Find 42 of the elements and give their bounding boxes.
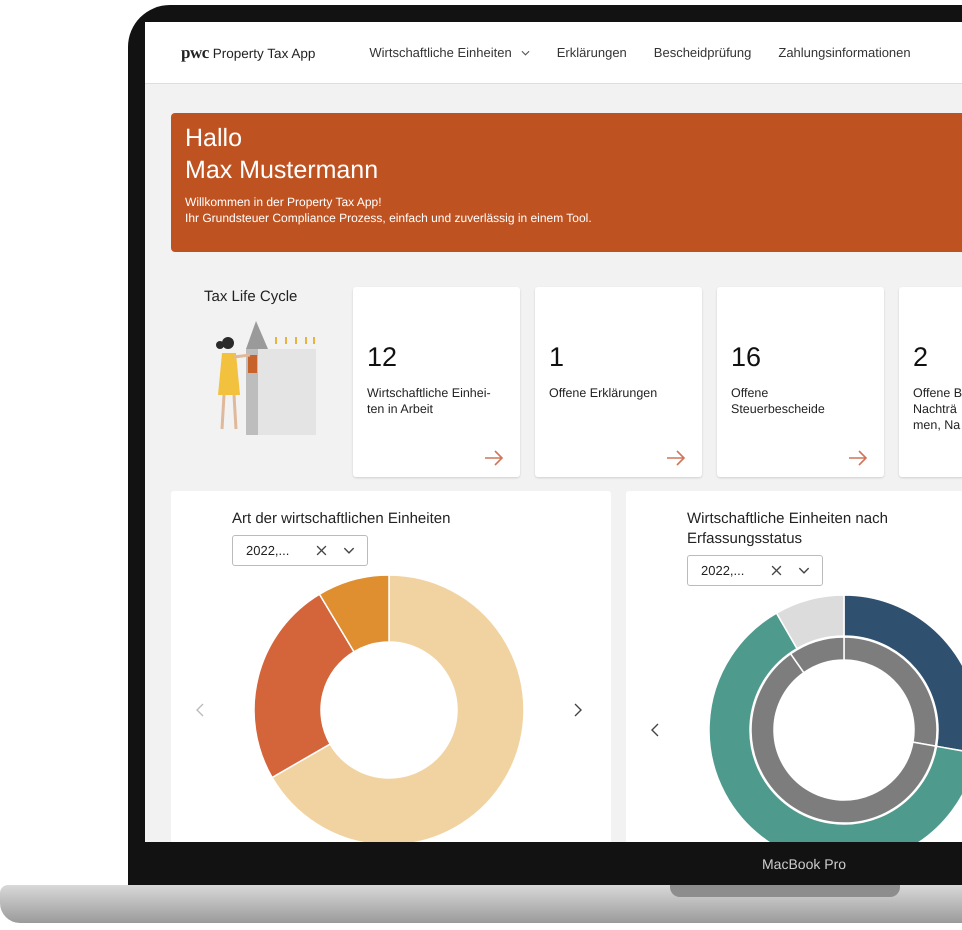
summary-card[interactable]: 1 Offene Erklärungen <box>535 287 702 477</box>
card-label: Nachträ <box>913 401 958 417</box>
device-label: MacBook Pro <box>762 856 846 872</box>
summary-card[interactable]: 12 Wirtschaftliche Einhei- ten in Arbeit <box>353 287 520 477</box>
section-title: Tax Life Cycle <box>204 288 298 305</box>
chart-title: Wirtschaftliche Einheiten nach Erfassungsstatus <box>687 509 889 549</box>
filter-dropdown[interactable]: 2022,... <box>232 535 368 566</box>
card-label: Offene B <box>913 385 962 401</box>
chevron-down-icon[interactable] <box>798 567 810 574</box>
card-label: Steuerbescheide <box>731 401 826 417</box>
card-label: Wirtschaftliche Einhei- <box>367 385 492 401</box>
chart-title: Art der wirtschaftlichen Einheiten <box>232 509 452 529</box>
summary-card[interactable]: 16 Offene Steuerbescheide <box>717 287 884 477</box>
chevron-left-icon[interactable] <box>651 723 659 737</box>
welcome-text: Ihr Grundsteuer Compliance Prozess, einfach und zuverlässig in einem Tool. <box>185 210 593 226</box>
card-label: Offene <box>731 385 770 401</box>
filter-dropdown[interactable]: 2022,... <box>687 555 823 586</box>
user-name: Max Mustermann <box>185 155 380 186</box>
card-label: men, Na <box>913 417 962 433</box>
greeting: Hallo <box>185 123 243 154</box>
app-name: Property Tax App <box>212 46 316 60</box>
chevron-down-icon <box>520 50 530 56</box>
arrow-right-icon[interactable] <box>848 450 868 466</box>
card-label: Offene Erklärungen <box>549 385 658 401</box>
nav-link[interactable]: Wirtschaftliche Einheiten <box>369 45 530 60</box>
nav-link[interactable]: Zahlungsinformationen <box>778 45 911 60</box>
count: 1 <box>549 342 566 373</box>
count: 12 <box>367 342 398 373</box>
chevron-down-icon[interactable] <box>343 547 355 554</box>
count: 16 <box>731 342 762 373</box>
summary-card[interactable]: 2 Offene B Nachträ men, Na <box>899 287 962 477</box>
nav-link[interactable]: Bescheidprüfung <box>654 45 752 60</box>
welcome-text: Willkommen in der Property Tax App! <box>185 194 383 210</box>
nav-link[interactable]: Erklärungen <box>556 45 627 60</box>
arrow-right-icon[interactable] <box>484 450 504 466</box>
close-icon[interactable] <box>316 545 327 556</box>
count: 2 <box>913 342 930 373</box>
card-label: ten in Arbeit <box>367 401 434 417</box>
chevron-right-icon[interactable] <box>574 703 582 717</box>
logo: pwc <box>181 42 209 62</box>
arrow-right-icon[interactable] <box>666 450 686 466</box>
close-icon[interactable] <box>771 565 782 576</box>
